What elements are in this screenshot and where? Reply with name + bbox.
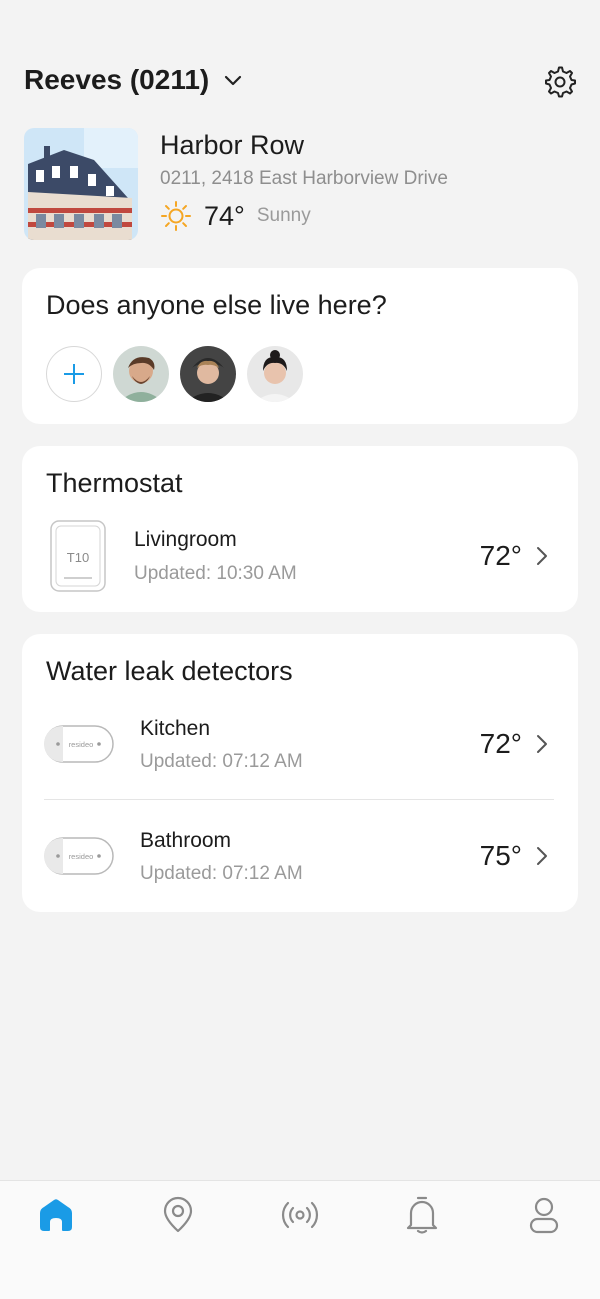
leak-sensor-icon: resideo <box>44 725 114 763</box>
divider <box>44 799 554 800</box>
weather-summary: 74° Sunny <box>160 200 311 232</box>
chevron-down-icon <box>225 75 242 86</box>
device-name: Bathroom <box>140 829 232 852</box>
bottom-navigation <box>0 1180 600 1299</box>
property-summary: Harbor Row 0211, 2418 East Harborview Dr… <box>24 128 584 244</box>
leak-sensor-brand: resideo <box>69 852 94 861</box>
water-leak-card: Water leak detectors resideo Kitchen Upd… <box>22 634 578 912</box>
thermostat-device-icon: T10 <box>50 520 106 592</box>
property-address: 0211, 2418 East Harborview Drive <box>160 168 448 189</box>
app-header: Reeves (0211) <box>0 0 600 120</box>
leak-detectors-title: Water leak detectors <box>46 656 293 686</box>
device-name: Kitchen <box>140 717 211 740</box>
sun-icon <box>161 201 191 231</box>
signal-icon[interactable] <box>280 1195 320 1235</box>
home-icon[interactable] <box>36 1195 76 1235</box>
device-temperature: 75° <box>479 840 522 871</box>
home-selector[interactable]: Reeves (0211) <box>24 64 243 96</box>
home-name: Reeves (0211) <box>24 64 210 95</box>
thermostat-title: Thermostat <box>46 468 183 498</box>
device-updated: Updated: 10:30 AM <box>134 563 297 584</box>
occupants-title: Does anyone else live here? <box>46 290 387 320</box>
outdoor-temperature: 74° <box>204 200 245 231</box>
user-icon[interactable] <box>524 1195 564 1235</box>
leak-sensor-brand: resideo <box>69 740 94 749</box>
device-updated: Updated: 07:12 AM <box>140 863 303 884</box>
location-pin-icon[interactable] <box>158 1195 198 1235</box>
device-temperature: 72° <box>479 540 522 571</box>
thermostat-model-label: T10 <box>67 550 89 565</box>
device-name: Livingroom <box>134 528 237 551</box>
avatar[interactable] <box>180 346 236 402</box>
gear-icon[interactable] <box>542 64 578 100</box>
device-updated: Updated: 07:12 AM <box>140 751 303 772</box>
thermostat-card: Thermostat T10 Livingroom Updated: 10:30… <box>22 446 578 612</box>
avatar[interactable] <box>247 346 303 402</box>
bell-icon[interactable] <box>402 1195 442 1235</box>
device-row-livingroom[interactable]: T10 Livingroom Updated: 10:30 AM 72° <box>22 512 578 612</box>
chevron-right-icon <box>537 847 547 865</box>
weather-condition: Sunny <box>256 205 311 226</box>
add-occupant-button[interactable] <box>46 346 102 402</box>
property-title: Harbor Row <box>160 130 305 160</box>
avatar-list <box>46 346 314 402</box>
leak-sensor-icon: resideo <box>44 837 114 875</box>
avatar[interactable] <box>113 346 169 402</box>
plus-icon <box>64 364 84 384</box>
chevron-right-icon <box>537 547 547 565</box>
occupants-card: Does anyone else live here? <box>22 268 578 424</box>
device-row-bathroom[interactable]: resideo Bathroom Updated: 07:12 AM 75° <box>22 806 578 906</box>
device-temperature: 72° <box>479 728 522 759</box>
device-row-kitchen[interactable]: resideo Kitchen Updated: 07:12 AM 72° <box>22 694 578 794</box>
property-photo <box>24 128 138 240</box>
chevron-right-icon <box>537 735 547 753</box>
